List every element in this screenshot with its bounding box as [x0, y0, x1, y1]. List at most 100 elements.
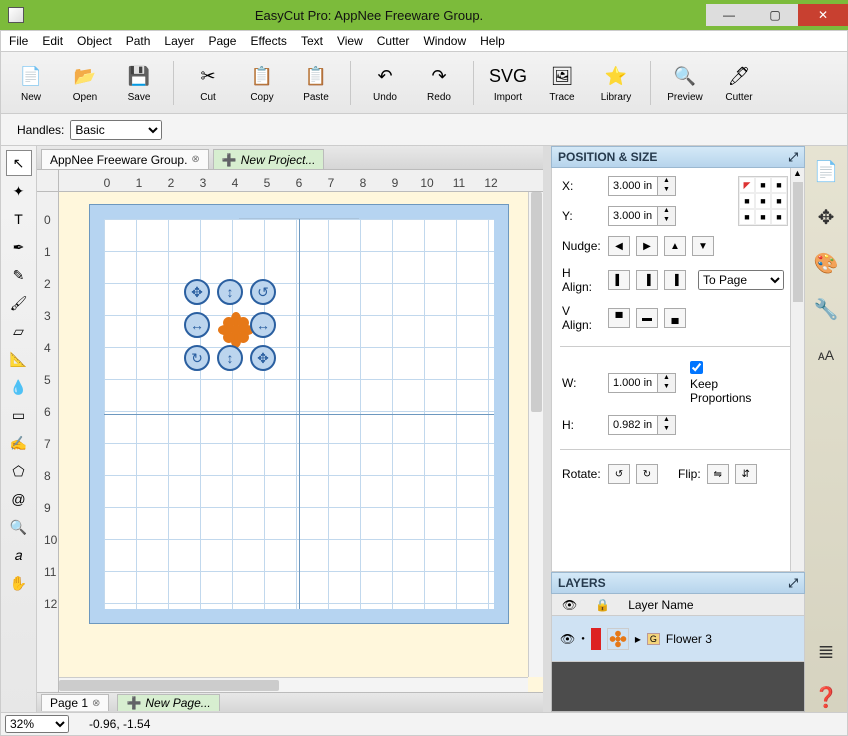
expand-icon[interactable]: ⤢	[788, 150, 798, 165]
maximize-button[interactable]: ▢	[752, 4, 798, 26]
valign-bottom-button[interactable]: ▄	[664, 308, 686, 328]
y-input[interactable]: ▲▼	[608, 206, 676, 226]
cut-button[interactable]: ✂Cut	[188, 62, 228, 103]
document-tab[interactable]: AppNee Freeware Group.⊗	[41, 149, 209, 169]
menu-edit[interactable]: Edit	[42, 34, 63, 48]
rotate-ccw-button[interactable]: ↺	[608, 464, 630, 484]
valign-middle-button[interactable]: ▬	[636, 308, 658, 328]
x-input[interactable]: ▲▼	[608, 176, 676, 196]
menu-text[interactable]: Text	[301, 34, 323, 48]
flip-v-button[interactable]: ⇵	[735, 464, 757, 484]
flip-h-button[interactable]: ⇋	[707, 464, 729, 484]
type-tool[interactable]: T	[6, 206, 32, 232]
position-size-header[interactable]: POSITION & SIZE ⤢	[551, 146, 805, 168]
spiral-tool[interactable]: @	[6, 486, 32, 512]
save-button[interactable]: 💾Save	[119, 62, 159, 103]
menu-view[interactable]: View	[337, 34, 363, 48]
page-tab[interactable]: Page 1 ⊗	[41, 694, 109, 711]
palette-icon[interactable]: 🎨	[811, 248, 841, 278]
handle-scale-v-icon[interactable]: ↕	[217, 279, 243, 305]
handle-rotate-icon[interactable]: ↻	[184, 345, 210, 371]
library-button[interactable]: ⭐Library	[596, 62, 636, 103]
help-icon[interactable]: ❓	[811, 682, 841, 712]
menu-page[interactable]: Page	[208, 34, 236, 48]
pencil-tool[interactable]: ✎	[6, 262, 32, 288]
menu-object[interactable]: Object	[77, 34, 112, 48]
menu-path[interactable]: Path	[126, 34, 151, 48]
menu-help[interactable]: Help	[480, 34, 505, 48]
brush-tool[interactable]: 🖌	[6, 290, 32, 316]
handle-scale-h-icon[interactable]: ↔	[250, 312, 276, 338]
ruler-horizontal[interactable]: 0123456789101112	[59, 170, 543, 192]
canvas[interactable]: ▲	[59, 192, 543, 692]
selected-shape-flower[interactable]	[218, 312, 254, 348]
handle-rotate-icon[interactable]: ↺	[250, 279, 276, 305]
halign-right-button[interactable]: ▐	[664, 270, 686, 290]
dropper-tool[interactable]: 💧	[6, 374, 32, 400]
rect-tool[interactable]: ▭	[6, 402, 32, 428]
ruler-vertical[interactable]: 0123456789101112	[37, 192, 59, 692]
menu-layer[interactable]: Layer	[164, 34, 194, 48]
w-input[interactable]: ▲▼	[608, 373, 676, 393]
text-icon[interactable]: ᴀA	[811, 340, 841, 370]
color-swatch[interactable]	[591, 628, 601, 650]
layer-name[interactable]: Flower 3	[666, 632, 712, 646]
menu-effects[interactable]: Effects	[250, 34, 286, 48]
text-tool[interactable]: 𝑎	[6, 542, 32, 568]
handle-move-icon[interactable]: ✥	[250, 345, 276, 371]
menu-cutter[interactable]: Cutter	[377, 34, 410, 48]
layers-header[interactable]: LAYERS ⤢	[551, 572, 805, 594]
close-icon[interactable]: ⊗	[92, 698, 100, 709]
handle-scale-v-icon[interactable]: ↕	[217, 345, 243, 371]
disclosure-icon[interactable]: ▸	[635, 632, 641, 646]
handle-move-icon[interactable]: ✥	[184, 279, 210, 305]
measure-tool[interactable]: 📐	[6, 346, 32, 372]
draw-tool[interactable]: ✍	[6, 430, 32, 456]
undo-button[interactable]: ↶Undo	[365, 62, 405, 103]
open-button[interactable]: 📂Open	[65, 62, 105, 103]
arrow-tool[interactable]: ↖	[6, 150, 32, 176]
rotate-cw-button[interactable]: ↻	[636, 464, 658, 484]
pen-tool[interactable]: ✒	[6, 234, 32, 260]
new-button[interactable]: 📄New	[11, 62, 51, 103]
document-icon[interactable]: 📄	[811, 156, 841, 186]
layers-icon[interactable]: ≣	[811, 636, 841, 666]
halign-left-button[interactable]: ▌	[608, 270, 630, 290]
cutter-button[interactable]: 🖊Cutter	[719, 62, 759, 103]
anchor-grid[interactable]: ◤■■ ■■■ ■■■	[738, 176, 788, 226]
poly-tool[interactable]: ⬠	[6, 458, 32, 484]
handles-select[interactable]: Basic	[70, 120, 162, 140]
panel-scrollbar[interactable]: ▲	[790, 168, 804, 571]
copy-button[interactable]: 📋Copy	[242, 62, 282, 103]
nudge-right-button[interactable]: ▶	[636, 236, 658, 256]
handle-scale-h-icon[interactable]: ↔	[184, 312, 210, 338]
move-icon[interactable]: ✥	[811, 202, 841, 232]
close-icon[interactable]: ⊗	[191, 154, 199, 165]
keep-proportions-checkbox[interactable]	[690, 361, 703, 374]
close-button[interactable]: ✕	[798, 4, 848, 26]
nudge-left-button[interactable]: ◀	[608, 236, 630, 256]
menu-window[interactable]: Window	[423, 34, 466, 48]
wrench-icon[interactable]: 🔧	[811, 294, 841, 324]
zoom-tool[interactable]: 🔍	[6, 514, 32, 540]
h-input[interactable]: ▲▼	[608, 415, 676, 435]
scrollbar-horizontal[interactable]	[59, 677, 528, 692]
panel-splitter[interactable]	[543, 146, 551, 712]
align-reference-select[interactable]: To Page	[698, 270, 784, 290]
preview-button[interactable]: 🔍Preview	[665, 62, 705, 103]
zoom-select[interactable]: 32%	[5, 715, 69, 733]
trace-button[interactable]: 🖼Trace	[542, 62, 582, 103]
nudge-up-button[interactable]: ▲	[664, 236, 686, 256]
eraser-tool[interactable]: ▱	[6, 318, 32, 344]
layer-row[interactable]: 👁 ● ▸ G Flower 3	[551, 616, 805, 662]
import-button[interactable]: SVGImport	[488, 62, 528, 103]
nudge-down-button[interactable]: ▼	[692, 236, 714, 256]
eye-icon[interactable]: 👁	[560, 632, 575, 646]
new-page-tab[interactable]: ➕ New Page...	[117, 694, 219, 711]
menu-file[interactable]: File	[9, 34, 28, 48]
valign-top-button[interactable]: ▀	[608, 308, 630, 328]
paste-button[interactable]: 📋Paste	[296, 62, 336, 103]
minimize-button[interactable]: —	[706, 4, 752, 26]
node-tool[interactable]: ✦	[6, 178, 32, 204]
halign-center-button[interactable]: ▐	[636, 270, 658, 290]
